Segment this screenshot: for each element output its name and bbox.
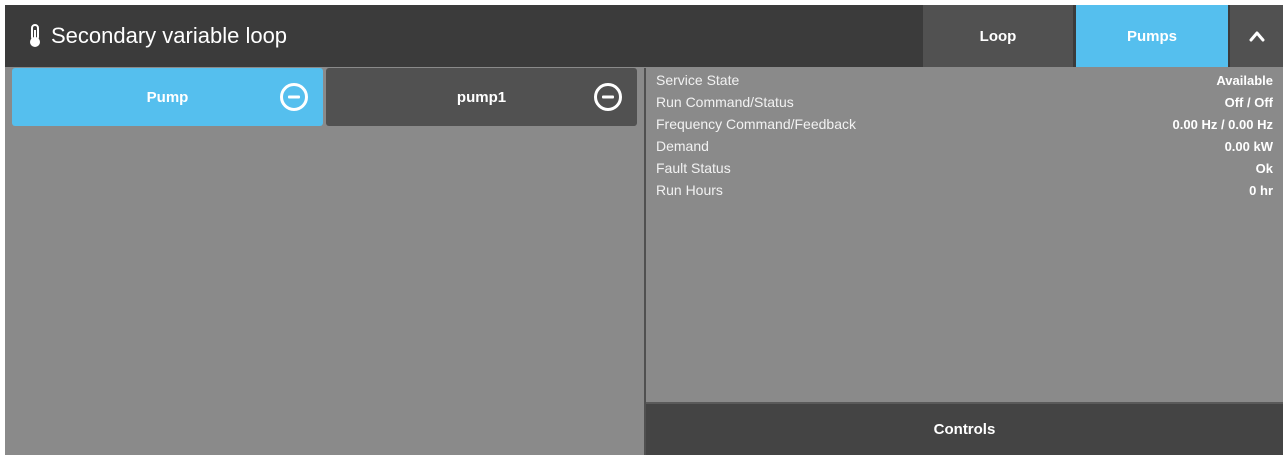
minus-circle-icon[interactable]	[593, 82, 623, 112]
controls-button[interactable]: Controls	[646, 402, 1283, 455]
detail-value: 0 hr	[1249, 182, 1273, 198]
detail-label: Service State	[656, 72, 740, 88]
thermometer-icon	[30, 24, 40, 47]
detail-label: Frequency Command/Feedback	[656, 116, 856, 132]
detail-label: Demand	[656, 138, 709, 154]
panel-divider	[644, 68, 646, 455]
detail-label: Fault Status	[656, 160, 731, 176]
minus-circle-icon[interactable]	[279, 82, 309, 112]
panel-header: Secondary variable loop Loop Pumps	[5, 5, 1283, 67]
tab-pump[interactable]: Pump	[12, 68, 323, 126]
detail-value: Available	[1216, 72, 1273, 88]
chevron-up-icon	[1249, 31, 1264, 42]
panel-title-text: Secondary variable loop	[51, 23, 288, 48]
loop-button[interactable]: Loop	[923, 5, 1073, 67]
detail-value: Off / Off	[1224, 94, 1273, 110]
detail-row-demand: Demand 0.00 kW	[656, 135, 1273, 157]
detail-row-frequency: Frequency Command/Feedback 0.00 Hz / 0.0…	[656, 113, 1273, 135]
collapse-button[interactable]	[1230, 5, 1283, 67]
detail-label: Run Command/Status	[656, 94, 794, 110]
detail-row-fault-status: Fault Status Ok	[656, 157, 1273, 179]
detail-row-service-state: Service State Available	[656, 69, 1273, 91]
pump-details: Service State Available Run Command/Stat…	[656, 69, 1273, 201]
tab-pump-label: Pump	[146, 88, 189, 106]
detail-row-run-hours: Run Hours 0 hr	[656, 179, 1273, 201]
controls-button-label: Controls	[933, 421, 996, 438]
detail-label: Run Hours	[656, 182, 723, 198]
loop-panel: Secondary variable loop Loop Pumps Pump …	[5, 5, 1283, 455]
tab-pump1[interactable]: pump1	[326, 68, 637, 126]
detail-row-run-command: Run Command/Status Off / Off	[656, 91, 1273, 113]
pump-tabs: Pump pump1	[12, 68, 644, 126]
detail-value: Ok	[1255, 160, 1273, 176]
detail-value: 0.00 Hz / 0.00 Hz	[1172, 116, 1273, 132]
panel-title: Secondary variable loop	[27, 5, 287, 67]
pumps-button-label: Pumps	[1126, 27, 1177, 45]
loop-button-label: Loop	[979, 27, 1017, 45]
pumps-button[interactable]: Pumps	[1076, 5, 1228, 67]
tab-pump1-label: pump1	[456, 88, 507, 106]
detail-value: 0.00 kW	[1224, 138, 1273, 154]
